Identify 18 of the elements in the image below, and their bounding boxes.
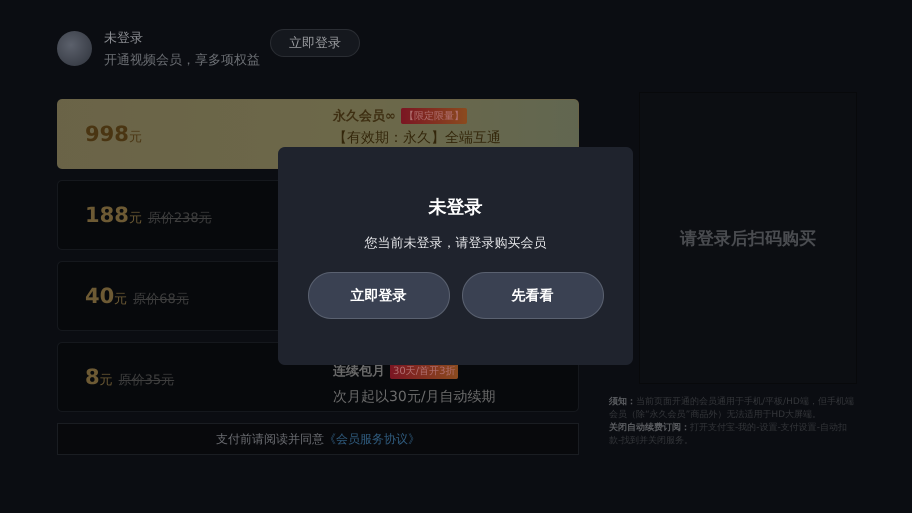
dialog-title: 未登录 <box>428 196 482 219</box>
price: 40元 <box>85 284 128 308</box>
user-name: 未登录 <box>104 30 144 46</box>
login-button[interactable]: 立即登录 <box>270 29 360 57</box>
plan-title: 连续包月 <box>333 363 385 380</box>
plan-description: 【有效期：永久】全端互通 <box>333 129 501 147</box>
agreement-text: 支付前请阅读并同意 <box>216 430 324 448</box>
qr-message: 请登录后扫码购买 <box>680 228 816 250</box>
plan-badge: 【限定限量】 <box>400 108 467 124</box>
price: 188元 <box>85 203 142 227</box>
dialog-button[interactable]: 立即登录 <box>308 272 450 319</box>
dialog-message: 您当前未登录，请登录购买会员 <box>364 235 546 252</box>
plan-title: 永久会员∞ <box>333 108 396 125</box>
dialog-button[interactable]: 先看看 <box>462 272 604 319</box>
price: 8元 <box>85 365 113 389</box>
user-subtitle: 开通视频会员，享多项权益 <box>104 52 260 68</box>
avatar-icon <box>57 31 92 66</box>
plan-description: 次月起以30元/月自动续期 <box>333 388 496 406</box>
